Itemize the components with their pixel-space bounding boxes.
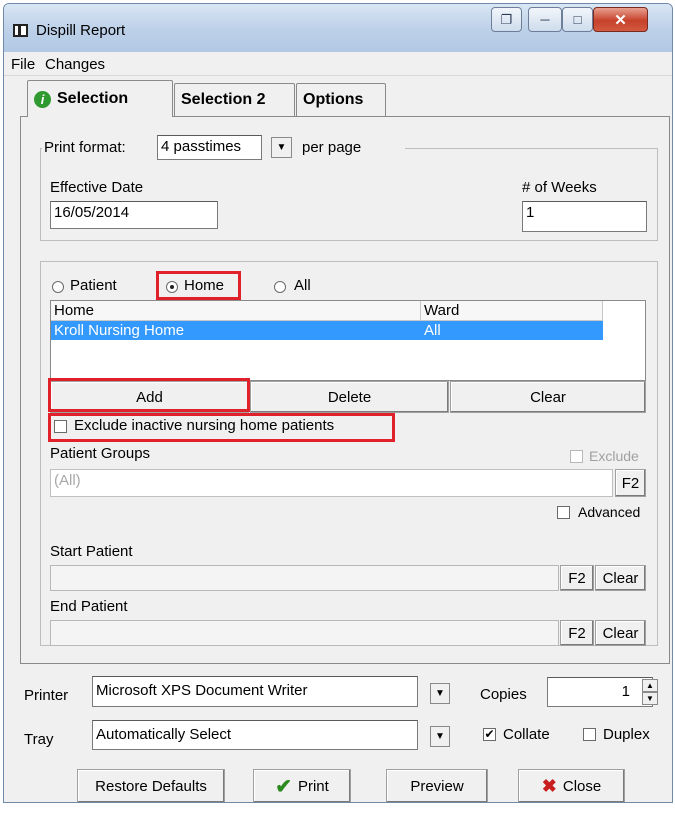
copies-decrement-button[interactable]: ▼: [642, 692, 658, 705]
print-format-dropdown-button[interactable]: ▼: [271, 137, 292, 158]
row-home-cell: Kroll Nursing Home: [54, 322, 185, 339]
title-bar[interactable]: Dispill Report ❐ ─ □ ✕: [4, 4, 672, 52]
print-button-label: Print: [297, 777, 329, 795]
close-button[interactable]: ✖ Close: [518, 769, 625, 802]
close-button-label: Close: [562, 777, 602, 795]
exclude-groups-label: Exclude: [589, 448, 639, 464]
weeks-label: # of Weeks: [522, 179, 597, 196]
report-window-icon: [13, 24, 28, 37]
menu-file[interactable]: File: [11, 56, 35, 73]
table-row[interactable]: Kroll Nursing Home All: [51, 321, 603, 340]
column-header-home[interactable]: Home: [51, 301, 421, 321]
radio-patient[interactable]: [52, 281, 64, 293]
tab-options[interactable]: Options: [296, 83, 386, 116]
tab-selection-label: Selection: [57, 90, 129, 107]
advanced-label[interactable]: Advanced: [578, 504, 640, 520]
advanced-checkbox[interactable]: [557, 506, 570, 519]
add-button-highlight: [48, 378, 250, 412]
effective-date-label: Effective Date: [50, 179, 144, 196]
effective-date-input[interactable]: 16/05/2014: [50, 201, 218, 229]
tab-options-label: Options: [303, 91, 364, 108]
copies-value: 1: [621, 683, 630, 700]
tray-value: Automatically Select: [96, 726, 232, 743]
info-icon: i: [34, 90, 51, 108]
tab-selection[interactable]: i Selection: [27, 80, 173, 117]
close-window-button[interactable]: ✕: [593, 7, 648, 32]
column-header-ward[interactable]: Ward: [421, 301, 603, 321]
weeks-input[interactable]: 1: [522, 201, 647, 232]
start-patient-f2-button[interactable]: F2: [560, 565, 594, 591]
start-patient-clear-button[interactable]: Clear: [595, 565, 646, 591]
clear-list-button[interactable]: Clear: [450, 381, 646, 413]
restore-defaults-button[interactable]: Restore Defaults: [77, 769, 225, 802]
checkmark-icon: ✔: [275, 775, 292, 798]
patient-groups-f2-button[interactable]: F2: [615, 469, 646, 497]
per-page-label: per page: [302, 139, 362, 156]
print-format-combo[interactable]: 4 passtimes: [157, 135, 262, 160]
printer-combo[interactable]: Microsoft XPS Document Writer: [92, 676, 418, 707]
printer-dropdown-button[interactable]: ▼: [430, 683, 450, 704]
tray-combo[interactable]: Automatically Select: [92, 720, 418, 750]
collate-checkbox[interactable]: ✔: [483, 728, 496, 741]
tab-selection-2-label: Selection 2: [181, 91, 266, 108]
patient-groups-input[interactable]: (All): [50, 469, 613, 497]
home-radio-highlight: [156, 271, 241, 300]
maximize-icon: □: [573, 12, 582, 27]
menu-bar: File Changes: [4, 52, 672, 76]
minimize-button[interactable]: ─: [528, 7, 562, 32]
end-patient-label: End Patient: [50, 598, 128, 615]
preview-button[interactable]: Preview: [386, 769, 488, 802]
exclude-groups-checkbox[interactable]: [570, 450, 583, 463]
selection-tab-panel: Print format: 4 passtimes ▼ per page Eff…: [20, 116, 670, 664]
window-restore-icon: ❐: [500, 11, 513, 27]
tray-dropdown-button[interactable]: ▼: [430, 726, 450, 747]
restore-view-button[interactable]: ❐: [491, 7, 522, 32]
radio-patient-label[interactable]: Patient: [70, 277, 117, 294]
radio-all[interactable]: [274, 281, 286, 293]
dropdown-arrow-icon: ▼: [276, 142, 287, 153]
dispill-report-window: Dispill Report ❐ ─ □ ✕ File Changes i Se…: [3, 3, 673, 803]
tab-selection-2[interactable]: Selection 2: [174, 83, 295, 116]
collate-label[interactable]: Collate: [503, 726, 550, 743]
patient-groups-value: (All): [54, 472, 81, 489]
home-list[interactable]: Home Ward Kroll Nursing Home All: [50, 300, 646, 381]
maximize-button[interactable]: □: [562, 7, 593, 32]
duplex-label[interactable]: Duplex: [603, 726, 650, 743]
weeks-value: 1: [526, 204, 535, 221]
printer-value: Microsoft XPS Document Writer: [96, 682, 308, 699]
end-patient-input[interactable]: [50, 620, 559, 646]
row-ward-cell: All: [424, 322, 441, 339]
end-patient-f2-button[interactable]: F2: [560, 620, 594, 646]
copies-label: Copies: [480, 686, 527, 703]
print-format-label: Print format:: [44, 139, 126, 156]
print-button[interactable]: ✔ Print: [253, 769, 351, 802]
printer-label: Printer: [24, 687, 69, 704]
tray-label: Tray: [24, 731, 54, 748]
end-patient-clear-button[interactable]: Clear: [595, 620, 646, 646]
spin-down-icon: ▼: [646, 694, 654, 703]
dropdown-arrow-icon: ▼: [435, 688, 445, 699]
window-title: Dispill Report: [36, 22, 126, 39]
start-patient-label: Start Patient: [50, 543, 133, 560]
copies-increment-button[interactable]: ▲: [642, 679, 658, 692]
close-x-icon: ✖: [541, 775, 557, 796]
close-icon: ✕: [614, 11, 627, 29]
effective-date-value: 16/05/2014: [54, 204, 130, 221]
dropdown-arrow-icon: ▼: [435, 731, 445, 742]
exclude-inactive-highlight: [48, 413, 395, 442]
delete-button[interactable]: Delete: [250, 381, 449, 413]
duplex-checkbox[interactable]: [583, 728, 596, 741]
print-format-value: 4 passtimes: [161, 138, 242, 155]
minimize-icon: ─: [540, 12, 550, 27]
start-patient-input[interactable]: [50, 565, 559, 591]
spin-up-icon: ▲: [646, 681, 654, 690]
patient-groups-label: Patient Groups: [50, 445, 151, 462]
copies-input[interactable]: 1: [547, 677, 653, 707]
radio-all-label[interactable]: All: [294, 277, 311, 294]
menu-changes[interactable]: Changes: [45, 56, 105, 73]
print-format-legend: Print format: 4 passtimes ▼ per page: [42, 135, 405, 161]
